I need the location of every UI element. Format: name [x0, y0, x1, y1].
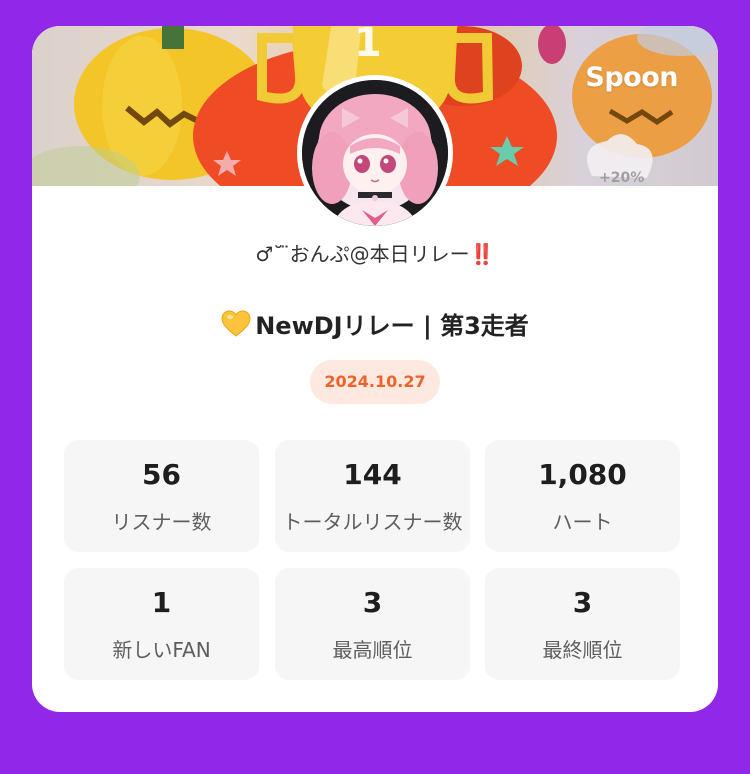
stat-value: 3 [362, 586, 383, 619]
stat-value: 3 [572, 586, 593, 619]
stat-final-rank: 3 最終順位 [485, 568, 680, 680]
live-title-text: NewDJリレー | 第3走者 [255, 312, 529, 340]
spoon-logo: Spoon [585, 62, 678, 93]
stat-listeners: 56 リスナー数 [64, 440, 259, 552]
stat-value: 1 [151, 586, 172, 619]
stat-value: 1,080 [538, 458, 627, 491]
live-summary-card: 1 +20% Spoon ♂˘ ̈おんぷ@本日リレー‼️ NewDJリレー | … [32, 26, 718, 712]
stat-new-fans: 1 新しいFAN [64, 568, 259, 680]
live-date-badge: 2024.10.27 [310, 360, 440, 404]
stat-hearts: 1,080 ハート [485, 440, 680, 552]
avatar-illustration [302, 80, 448, 226]
stat-label: 新しいFAN [112, 638, 211, 662]
yellow-heart-icon [221, 310, 251, 344]
stat-total-listeners: 144 トータルリスナー数 [275, 440, 470, 552]
stat-value: 144 [343, 458, 402, 491]
stat-label: ハート [552, 510, 613, 534]
stat-label: トータルリスナー数 [282, 510, 463, 534]
avatar[interactable] [297, 75, 453, 231]
stat-value: 56 [142, 458, 181, 491]
stat-label: 最終順位 [542, 638, 623, 662]
stat-label: 最高順位 [332, 638, 413, 662]
avatar-image [302, 80, 448, 226]
live-title: NewDJリレー | 第3走者 [32, 306, 718, 344]
stat-highest-rank: 3 最高順位 [275, 568, 470, 680]
stat-label: リスナー数 [111, 510, 212, 534]
dj-username: ♂˘ ̈おんぷ@本日リレー‼️ [255, 242, 495, 266]
